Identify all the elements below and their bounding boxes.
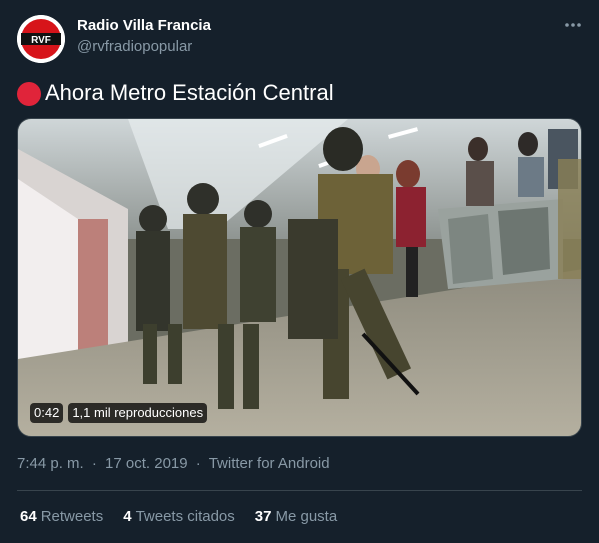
video-thumbnail	[18, 119, 581, 436]
divider	[17, 490, 582, 491]
red-circle-icon	[17, 81, 41, 106]
tweet-text-content: Ahora Metro Estación Central	[45, 80, 334, 105]
svg-text:RVF: RVF	[31, 35, 51, 46]
tweet-text: Ahora Metro Estación Central	[17, 80, 334, 106]
meta-separator: ·	[195, 455, 201, 472]
tweet-date[interactable]: 17 oct. 2019	[105, 455, 188, 472]
tweet-container: RVF Radio Villa Francia @rvfradiopopular…	[0, 0, 599, 543]
likes-label: Me gusta	[275, 508, 338, 525]
video-badges: 0:42 1,1 mil reproducciones	[30, 403, 208, 423]
retweets-count: 64	[20, 508, 37, 525]
quotes-label: Tweets citados	[135, 508, 235, 525]
more-options-icon[interactable]	[562, 14, 584, 36]
view-count-badge: 1,1 mil reproducciones	[68, 403, 208, 423]
author-handle[interactable]: @rvfradiopopular	[77, 38, 192, 55]
rvf-logo-icon: RVF	[17, 15, 65, 63]
likes-count: 37	[254, 508, 272, 525]
tweet-source[interactable]: Twitter for Android	[209, 455, 330, 472]
meta-separator: ·	[91, 455, 97, 472]
avatar[interactable]: RVF	[17, 15, 65, 63]
tweet-stats: 64 Retweets 4 Tweets citados 37 Me gusta	[20, 508, 357, 525]
retweets-stat[interactable]: 64 Retweets	[20, 508, 103, 525]
retweets-label: Retweets	[40, 508, 104, 525]
quotes-stat[interactable]: 4 Tweets citados	[123, 508, 235, 525]
quotes-count: 4	[123, 508, 132, 525]
tweet-meta: 7:44 p. m. · 17 oct. 2019 · Twitter for …	[17, 455, 330, 472]
author-name[interactable]: Radio Villa Francia	[77, 17, 211, 34]
more-dots-icon	[565, 23, 581, 27]
likes-stat[interactable]: 37 Me gusta	[255, 508, 337, 525]
video-player[interactable]: 0:42 1,1 mil reproducciones	[17, 118, 582, 437]
tweet-time[interactable]: 7:44 p. m.	[17, 455, 84, 472]
video-duration-badge: 0:42	[30, 403, 64, 423]
